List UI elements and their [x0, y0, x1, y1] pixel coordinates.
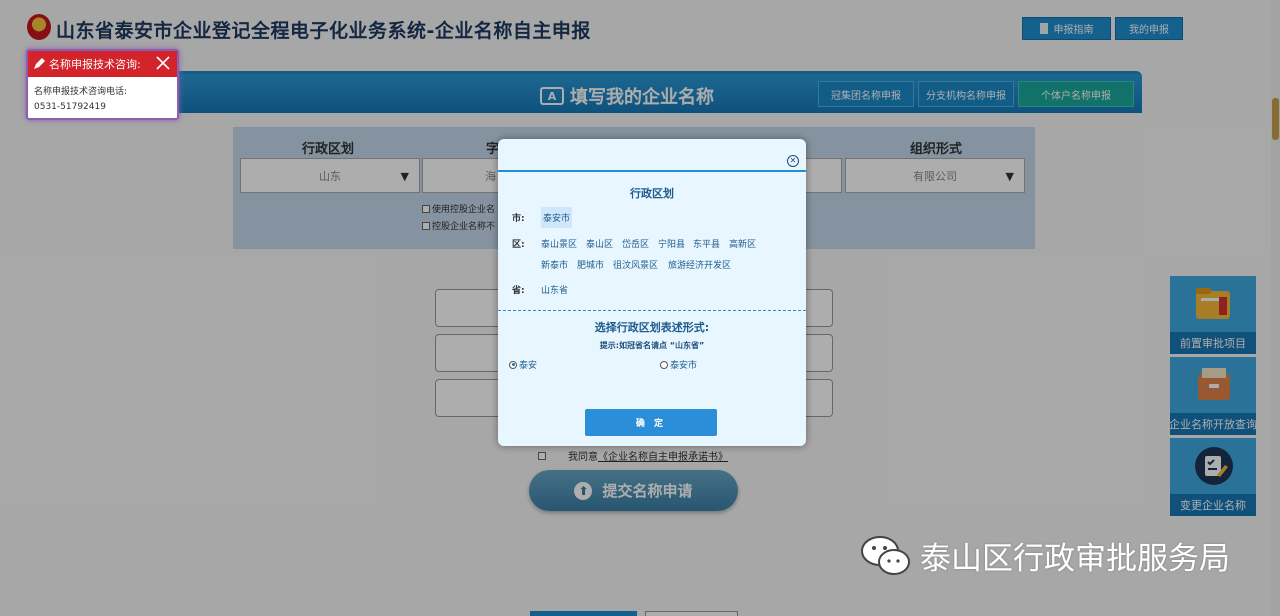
radio-dot: [660, 360, 668, 369]
district-option[interactable]: 岱岳区: [622, 237, 649, 250]
format-radio-taian-city[interactable]: 泰安市: [660, 358, 697, 371]
district-option[interactable]: 旅游经济开发区: [668, 258, 731, 271]
tech-consult-popup: 名称申报技术咨询: 名称申报技术咨询电话: 0531-51792419: [26, 49, 179, 120]
district-label: 区:: [512, 240, 525, 250]
district-option[interactable]: 徂汶风景区: [613, 258, 658, 271]
district-option[interactable]: 肥城市: [577, 258, 604, 271]
format-title: 选择行政区划表述形式:: [594, 321, 710, 334]
district-option[interactable]: 高新区: [729, 237, 756, 250]
district-option[interactable]: 宁阳县: [658, 237, 685, 250]
district-option[interactable]: 泰山景区: [541, 237, 577, 250]
divider: [498, 310, 806, 311]
modal-title: 行政区划: [630, 187, 674, 200]
watermark: 泰山区行政审批服务局: [860, 533, 1230, 578]
close-icon[interactable]: [155, 55, 171, 71]
modal-header-line: [498, 170, 806, 172]
district-option[interactable]: 新泰市: [541, 258, 568, 271]
format-radio-taian[interactable]: 泰安: [509, 358, 537, 371]
district-option[interactable]: 泰山区: [586, 237, 613, 250]
wechat-icon: [861, 535, 910, 575]
pen-icon: [34, 58, 45, 69]
region-modal: ✕ 行政区划 市: 泰安市 区: 泰山景区 泰山区 岱岳区 宁阳县 东平县 高新…: [498, 139, 806, 446]
city-option[interactable]: 泰安市: [541, 207, 573, 228]
radio-dot: [509, 360, 517, 369]
city-label: 市:: [512, 214, 525, 224]
confirm-button[interactable]: 确 定: [585, 409, 717, 436]
consult-body: 名称申报技术咨询电话: 0531-51792419: [34, 87, 128, 112]
close-icon[interactable]: ✕: [787, 155, 799, 167]
district-option[interactable]: 东平县: [693, 237, 720, 250]
format-hint: 提示:如冠省名请点 “山东省”: [599, 341, 705, 350]
province-option[interactable]: 山东省: [541, 283, 568, 296]
province-label: 省:: [512, 286, 525, 296]
